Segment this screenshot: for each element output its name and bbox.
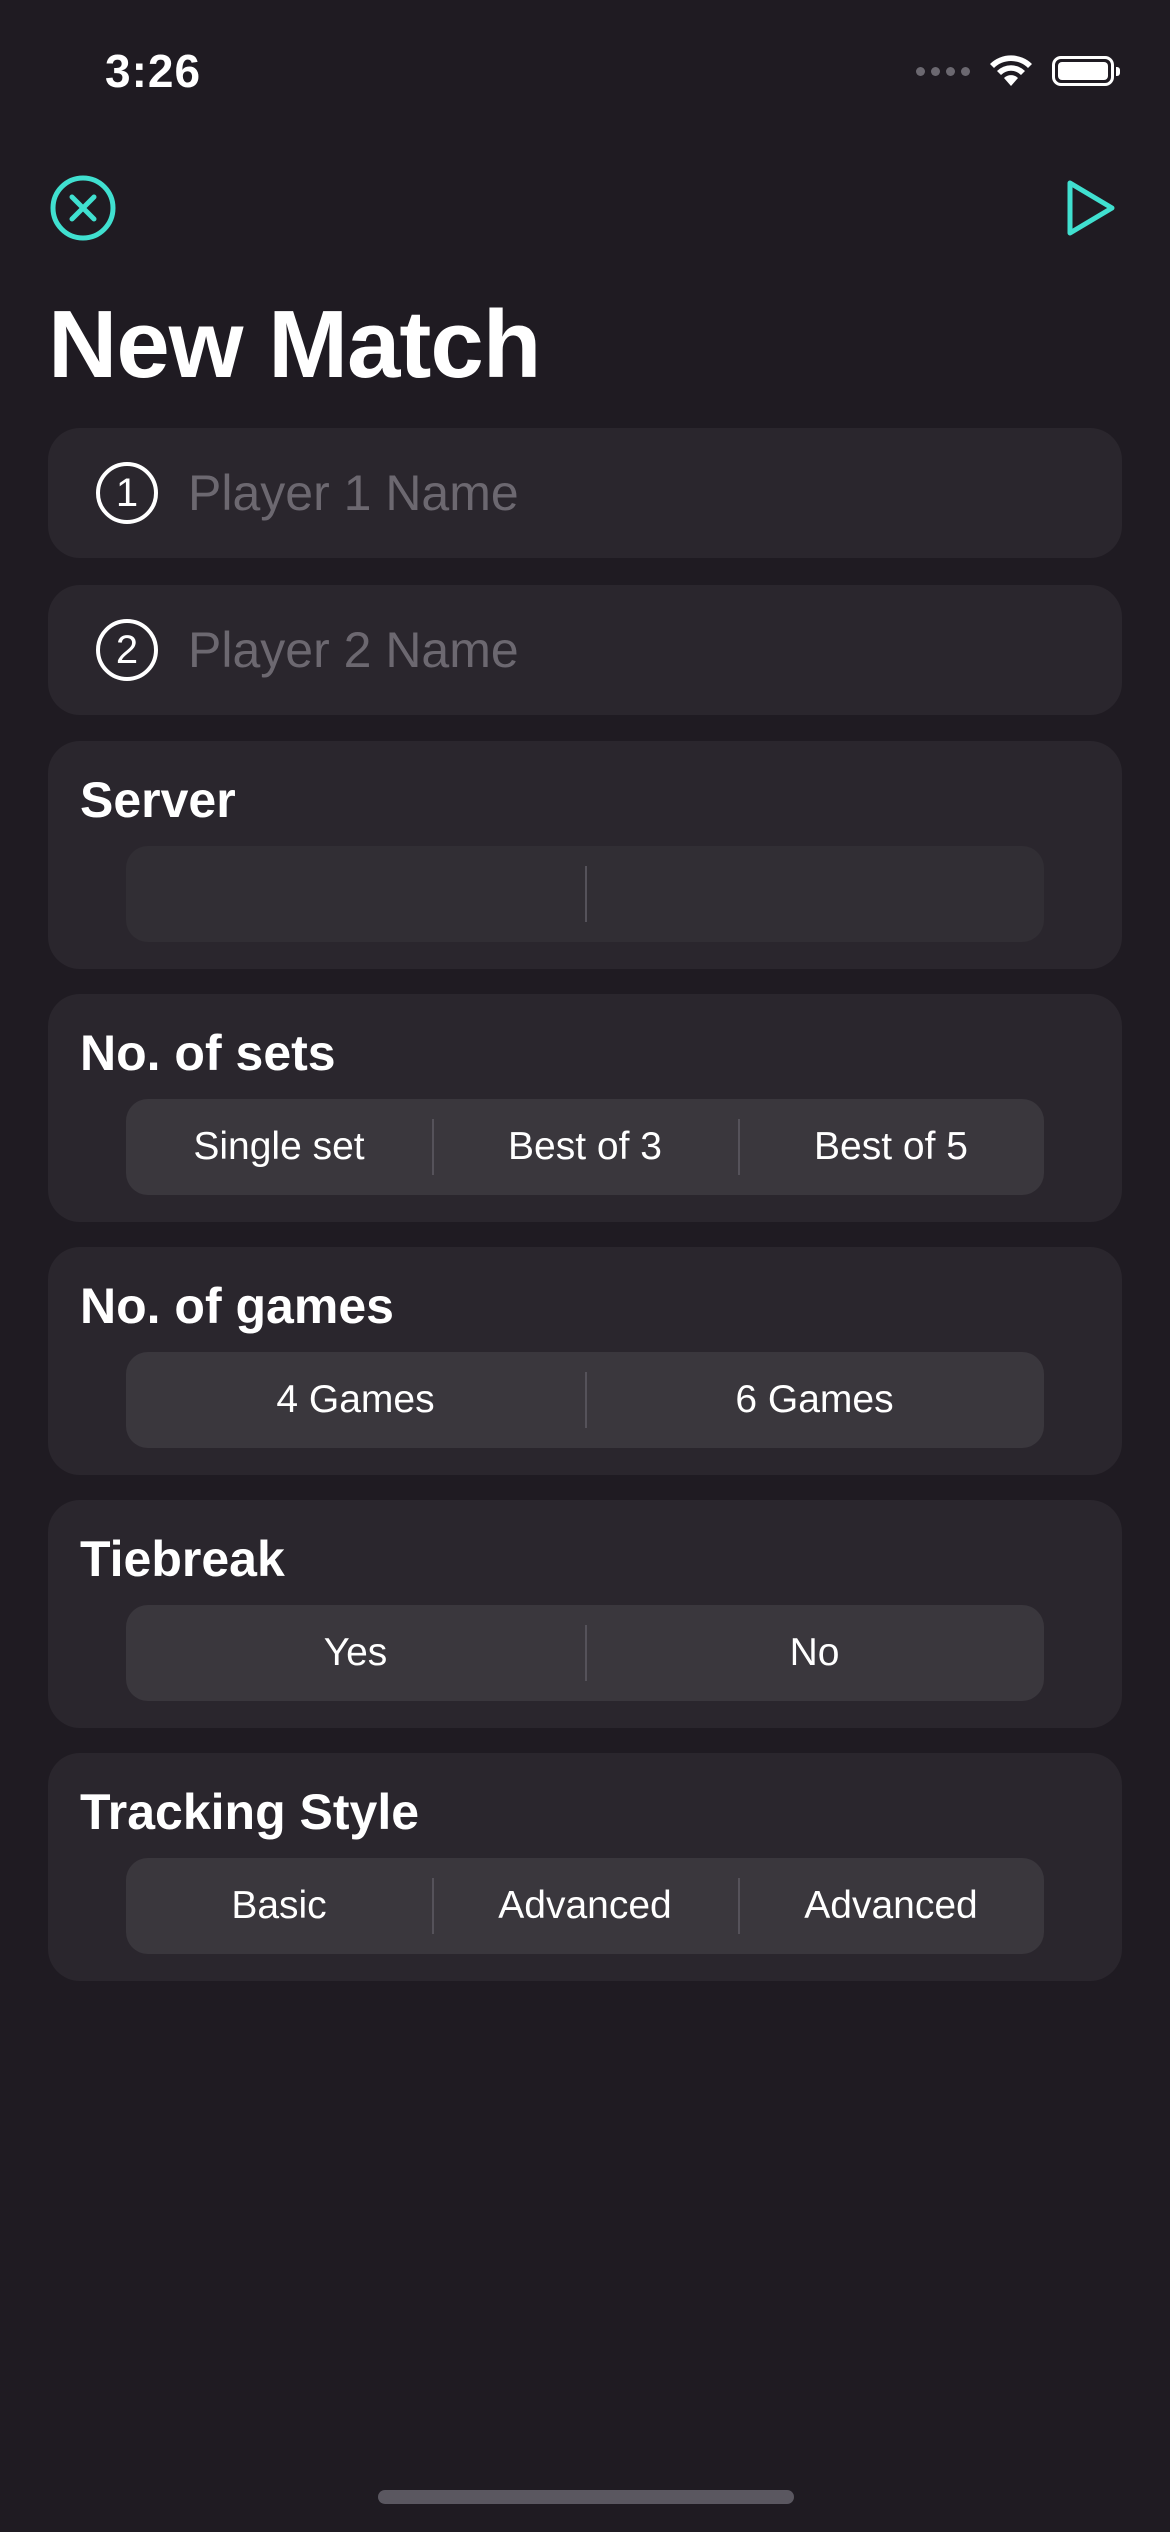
player-1-number-icon: 1 xyxy=(96,462,158,524)
tiebreak-section: Tiebreak Yes No xyxy=(48,1500,1122,1728)
play-icon xyxy=(1067,180,1115,236)
player-2-number-icon: 2 xyxy=(96,619,158,681)
tracking-option-basic[interactable]: Basic xyxy=(126,1858,432,1954)
server-label: Server xyxy=(80,772,236,828)
sets-option-best-of-3[interactable]: Best of 3 xyxy=(432,1099,738,1195)
start-match-button[interactable] xyxy=(1052,173,1122,243)
player-1-name-input[interactable] xyxy=(188,453,1122,533)
sets-option-best-of-5[interactable]: Best of 5 xyxy=(738,1099,1044,1195)
tiebreak-option-yes[interactable]: Yes xyxy=(126,1605,585,1701)
tracking-label: Tracking Style xyxy=(80,1784,420,1840)
player-2-card: 2 xyxy=(48,585,1122,715)
player-1-card: 1 xyxy=(48,428,1122,558)
games-section: No. of games 4 Games 6 Games xyxy=(48,1247,1122,1475)
sets-label: No. of sets xyxy=(80,1025,336,1081)
close-button[interactable] xyxy=(48,173,118,243)
wifi-icon xyxy=(990,55,1032,86)
close-circle-icon xyxy=(50,175,116,241)
status-time: 3:26 xyxy=(105,45,202,97)
home-indicator[interactable] xyxy=(378,2490,794,2504)
server-option-1[interactable] xyxy=(126,846,585,942)
tiebreak-label: Tiebreak xyxy=(80,1531,285,1587)
status-bar: 3:26 xyxy=(0,0,1170,140)
server-option-2[interactable] xyxy=(585,846,1044,942)
tiebreak-segmented-control: Yes No xyxy=(126,1605,1044,1701)
sets-option-single[interactable]: Single set xyxy=(126,1099,432,1195)
status-icons xyxy=(916,54,1120,88)
tiebreak-option-no[interactable]: No xyxy=(585,1605,1044,1701)
tracking-section: Tracking Style Basic Advanced Advanced xyxy=(48,1753,1122,1981)
sets-segmented-control: Single set Best of 3 Best of 5 xyxy=(126,1099,1044,1195)
tracking-option-advanced-1[interactable]: Advanced xyxy=(432,1858,738,1954)
signal-icon xyxy=(916,66,970,76)
games-label: No. of games xyxy=(80,1278,394,1334)
tracking-segmented-control: Basic Advanced Advanced xyxy=(126,1858,1044,1954)
page-title: New Match xyxy=(48,291,541,398)
server-segmented-control xyxy=(126,846,1044,942)
games-segmented-control: 4 Games 6 Games xyxy=(126,1352,1044,1448)
server-section: Server xyxy=(48,741,1122,969)
sets-section: No. of sets Single set Best of 3 Best of… xyxy=(48,994,1122,1222)
player-2-name-input[interactable] xyxy=(188,610,1122,690)
games-option-4[interactable]: 4 Games xyxy=(126,1352,585,1448)
battery-icon xyxy=(1052,56,1120,86)
tracking-option-advanced-2[interactable]: Advanced xyxy=(738,1858,1044,1954)
games-option-6[interactable]: 6 Games xyxy=(585,1352,1044,1448)
